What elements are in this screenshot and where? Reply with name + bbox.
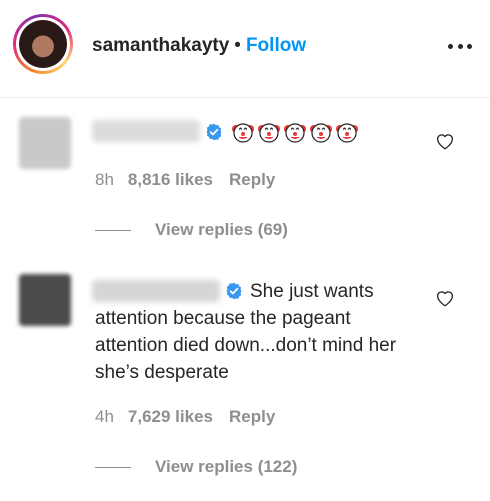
comment-time[interactable]: 4h [95,407,114,426]
clown-face-icon [284,123,306,143]
comment-meta: 8h 8,816 likes Reply [95,170,275,190]
replies-divider-line [95,466,131,468]
header-title: samanthakayty • Follow [92,35,306,57]
comment-time[interactable]: 8h [95,170,114,189]
view-replies-label: View replies (69) [155,220,288,239]
more-options-icon[interactable] [448,38,472,54]
likes-count[interactable]: 8,816 likes [128,170,213,189]
commenter-username-redacted[interactable] [92,120,200,142]
view-replies-button[interactable]: View replies (122) [95,457,297,477]
profile-avatar[interactable] [13,14,73,74]
post-header: samanthakayty • Follow [0,0,490,98]
reply-button[interactable]: Reply [229,170,275,189]
username-link[interactable]: samanthakayty [92,35,229,56]
replies-divider-line [95,229,131,231]
commenter-avatar[interactable] [19,117,71,169]
clown-face-icon [258,123,280,143]
clown-face-icon [336,123,358,143]
clown-face-icon [232,123,254,143]
like-heart-icon[interactable] [435,289,455,307]
separator-dot: • [234,35,241,56]
commenter-avatar[interactable] [19,274,71,326]
comment-text: She just wants attention because the pag… [95,281,397,383]
view-replies-label: View replies (122) [155,457,298,476]
clown-emoji-row [231,120,359,144]
view-replies-button[interactable]: View replies (69) [95,220,288,240]
like-heart-icon[interactable] [435,132,455,150]
comment-meta: 4h 7,629 likes Reply [95,407,275,427]
follow-button[interactable]: Follow [246,35,306,56]
likes-count[interactable]: 7,629 likes [128,407,213,426]
clown-face-icon [310,123,332,143]
verified-badge-icon [206,123,222,141]
reply-button[interactable]: Reply [229,407,275,426]
avatar-photo [19,20,67,68]
